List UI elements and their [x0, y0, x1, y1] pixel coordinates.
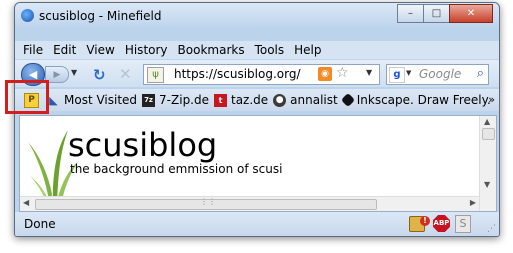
url-text[interactable]: https://scusiblog.org/ [174, 67, 301, 81]
minimize-button[interactable]: – [397, 4, 424, 23]
horizontal-scrollbar[interactable]: ◀ ⋮⋮ ▶ [20, 196, 479, 211]
bookmark-item-7zip[interactable]: 7z 7-Zip.de [142, 93, 209, 107]
bookmark-label: Most Visited [64, 93, 138, 107]
page-content: scusiblog the background emmission of sc… [19, 115, 497, 212]
bookmark-item-taz[interactable]: t taz.de [214, 93, 268, 107]
security-warning-icon: ! [420, 216, 430, 226]
inkscape-icon [340, 92, 355, 108]
history-dropdown-icon[interactable]: ▼ [71, 68, 77, 77]
bookmark-label: taz.de [231, 93, 269, 107]
taz-icon: t [214, 93, 227, 107]
forward-arrow-icon: ▶ [53, 69, 61, 80]
blog-title: scusiblog [68, 126, 218, 164]
search-placeholder[interactable]: Google [419, 67, 461, 81]
vertical-scrollbar[interactable]: ▲ ▼ [479, 116, 496, 211]
search-bar[interactable]: g ▼ Google ⌕ [386, 64, 489, 85]
status-bar: Done ! ABP S ⋰ [15, 212, 499, 236]
title-bar: scusiblog - Minefield – □ ✕ [15, 3, 499, 29]
bookmark-label: annalist [290, 93, 338, 107]
url-bar[interactable]: ψ https://scusiblog.org/ ◉ ☆ ▼ [143, 64, 380, 85]
bookmark-label: 7-Zip.de [159, 93, 209, 107]
browser-window: scusiblog - Minefield – □ ✕ File Edit Vi… [14, 2, 500, 237]
status-text: Done [24, 217, 56, 231]
bookmark-item-most-visited[interactable]: ◣ Most Visited [47, 93, 137, 107]
rss-feed-icon[interactable]: ◉ [318, 67, 332, 81]
menu-tools[interactable]: Tools [255, 43, 285, 57]
vertical-scroll-thumb[interactable] [482, 128, 495, 140]
annalist-icon: ● [273, 93, 287, 107]
7zip-icon: 7z [142, 93, 156, 107]
resize-gripper-icon[interactable]: ⋰ [487, 224, 496, 234]
search-icon[interactable]: ⌕ [477, 66, 484, 81]
scroll-left-icon[interactable]: ◀ [23, 198, 29, 207]
menu-history[interactable]: History [125, 43, 168, 57]
addon-s-icon[interactable]: S [455, 215, 471, 233]
stop-icon[interactable]: ✕ [119, 65, 132, 83]
bookmark-star-icon[interactable]: ☆ [336, 65, 349, 81]
menu-file[interactable]: File [23, 43, 43, 57]
adblock-plus-icon[interactable]: ABP [433, 215, 450, 232]
window-title: scusiblog - Minefield [39, 9, 162, 23]
menu-bar: File Edit View History Bookmarks Tools H… [15, 41, 499, 59]
window-controls: – □ ✕ [397, 4, 493, 23]
scroll-grip-icon: ⋮⋮ [200, 197, 216, 206]
highlight-box [5, 80, 49, 114]
reload-icon[interactable]: ↻ [93, 66, 106, 84]
bookmark-item-inkscape[interactable]: Inkscape. Draw Freely. [340, 92, 491, 108]
site-identity-icon[interactable]: ψ [147, 67, 164, 83]
bookmarks-overflow-icon[interactable]: » [488, 93, 495, 106]
scroll-up-icon[interactable]: ▲ [484, 117, 490, 126]
google-engine-icon[interactable]: g [389, 67, 405, 83]
maximize-button[interactable]: □ [423, 4, 450, 23]
close-button[interactable]: ✕ [449, 4, 493, 23]
bookmark-item-annalist[interactable]: ● annalist [273, 93, 338, 107]
scroll-right-icon[interactable]: ▶ [470, 198, 476, 207]
navigation-toolbar: ◀ ▶ ▼ ↻ ✕ ψ https://scusiblog.org/ ◉ ☆ ▼… [15, 60, 499, 87]
bookmarks-toolbar: P ◣ Most Visited 7z 7-Zip.de t taz.de ● … [15, 89, 499, 111]
blog-subtitle: the background emmission of scusi [70, 162, 283, 176]
url-dropdown-icon[interactable]: ▼ [366, 68, 372, 77]
firefox-icon [21, 9, 34, 22]
menu-edit[interactable]: Edit [53, 43, 76, 57]
bookmark-label: Inkscape. Draw Freely. [356, 93, 491, 107]
menu-help[interactable]: Help [294, 43, 321, 57]
menu-view[interactable]: View [86, 43, 114, 57]
menu-bookmarks[interactable]: Bookmarks [178, 43, 245, 57]
engine-dropdown-icon[interactable]: ▼ [406, 69, 411, 77]
scroll-down-icon[interactable]: ▼ [484, 180, 490, 189]
